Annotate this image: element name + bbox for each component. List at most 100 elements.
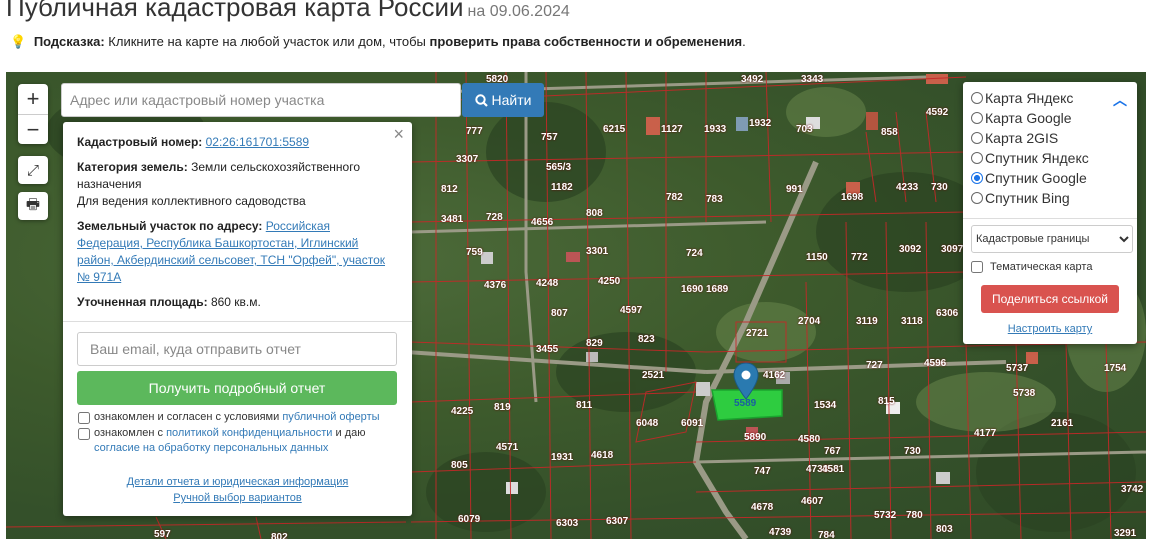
privacy-checkbox[interactable] <box>78 428 90 440</box>
plot-number-label: 4581 <box>822 464 845 475</box>
zoom-in-button[interactable]: + <box>18 84 48 114</box>
cadastral-number-row: Кадастровый номер: 02:26:161701:5589 <box>77 134 398 151</box>
layer-option-label: Спутник Bing <box>985 190 1070 206</box>
plot-number-label: 6048 <box>636 418 659 429</box>
area-value: 860 кв.м. <box>210 295 261 309</box>
plot-number-label: 6306 <box>936 308 959 319</box>
plot-number-label: 2521 <box>642 370 665 381</box>
page-title-text: Публичная кадастровая карта России <box>6 0 464 22</box>
privacy-policy-link[interactable]: политикой конфиденциальности <box>166 427 332 439</box>
privacy-consent-checkbox[interactable]: ознакомлен с политикой конфиденциальност… <box>77 426 398 456</box>
area-row: Уточненная площадь: 860 кв.м. <box>77 294 398 311</box>
share-link-button[interactable]: Поделиться ссылкой <box>981 285 1119 313</box>
plot-number-label: 815 <box>878 396 895 407</box>
print-button[interactable]: 🖶 <box>18 192 48 220</box>
land-category-row: Категория земель: Земли сельскохозяйстве… <box>77 159 398 210</box>
plot-number-label: 1932 <box>749 118 772 129</box>
plot-number-label: 4225 <box>451 406 474 417</box>
offer-consent-checkbox[interactable]: ознакомлен и согласен с условиями публич… <box>77 410 398 425</box>
plot-number-label: 730 <box>904 446 921 457</box>
divider <box>63 321 412 322</box>
plot-number-label: 6079 <box>458 514 481 525</box>
get-report-button[interactable]: Получить подробный отчет <box>77 371 397 405</box>
plot-number-label: 819 <box>494 402 511 413</box>
email-field[interactable] <box>77 332 397 366</box>
radio-icon[interactable] <box>971 192 983 204</box>
plot-number-label: 805 <box>451 460 468 471</box>
plot-number-label: 4607 <box>801 496 824 507</box>
popup-footer-links: Детали отчета и юридическая информация Р… <box>77 474 398 506</box>
plot-number-label: 703 <box>796 124 813 135</box>
layer-option-label: Карта Яндекс <box>985 90 1074 106</box>
search-button[interactable]: Найти <box>462 83 544 117</box>
configure-map-link[interactable]: Настроить карту <box>971 323 1129 335</box>
plot-number-label: 1127 <box>661 124 683 135</box>
offer-checkbox[interactable] <box>78 412 90 424</box>
plot-number-label: 4580 <box>798 434 821 445</box>
zoom-out-button[interactable]: − <box>18 114 48 144</box>
close-icon[interactable]: × <box>393 125 404 143</box>
plot-number-label: 728 <box>486 212 503 223</box>
fullscreen-button[interactable]: ⤢ <box>18 156 48 184</box>
plot-number-label: 6307 <box>606 516 629 527</box>
boundaries-select[interactable]: Кадастровые границы <box>971 225 1133 253</box>
plot-number-label: 2161 <box>1051 418 1074 429</box>
plot-number-label: 811 <box>576 400 593 411</box>
plot-number-label: 747 <box>754 466 771 477</box>
radio-icon[interactable] <box>971 112 983 124</box>
consent2-mid: и даю <box>335 427 366 439</box>
plot-number-label: 4739 <box>769 527 792 538</box>
layer-option[interactable]: Карта Яндекс <box>971 88 1129 108</box>
layer-option[interactable]: Спутник Яндекс <box>971 148 1129 168</box>
plot-number-label: 4177 <box>974 428 997 439</box>
radio-icon[interactable] <box>971 92 983 104</box>
zoom-control: + − <box>18 84 48 144</box>
plot-number-label: 812 <box>441 184 458 195</box>
plot-number-label: 1534 <box>814 400 837 411</box>
layer-option[interactable]: Карта 2GIS <box>971 128 1129 148</box>
plot-number-label: 808 <box>586 208 603 219</box>
layer-option[interactable]: Спутник Bing <box>971 188 1129 208</box>
report-details-link[interactable]: Детали отчета и юридическая информация <box>127 476 349 488</box>
plot-number-label: 6091 <box>681 418 704 429</box>
personal-data-consent-link[interactable]: согласие на обработку персональных данны… <box>94 442 328 454</box>
cadastral-label: Кадастровый номер: <box>77 135 203 149</box>
layer-option[interactable]: Спутник Google <box>971 168 1129 188</box>
consent2-text: ознакомлен с <box>94 427 164 439</box>
manual-selection-link[interactable]: Ручной выбор вариантов <box>173 492 301 504</box>
cadastral-map[interactable]: 5820 3492 3343 777 757 6215 1127 1933 1932 703 858… <box>6 72 1146 539</box>
plot-number-label: 1754 <box>1104 363 1127 374</box>
plot-number-label: 4597 <box>620 305 643 316</box>
category-label: Категория земель: <box>77 160 188 174</box>
plot-number-label: 4618 <box>591 450 614 461</box>
plot-info-popup: × Кадастровый номер: 02:26:161701:5589 К… <box>63 122 412 516</box>
plot-number-label: 4571 <box>496 442 519 453</box>
radio-icon[interactable] <box>971 152 983 164</box>
public-offer-link[interactable]: публичной оферты <box>282 411 379 423</box>
page-title: Публичная кадастровая карта России на 09.… <box>6 0 570 23</box>
layer-option-label: Спутник Google <box>985 170 1087 186</box>
chevron-up-icon[interactable]: ︿ <box>1113 90 1127 110</box>
hint-bar: 💡 Подсказка: Кликните на карте на любой … <box>10 34 746 50</box>
divider <box>963 218 1137 219</box>
cadastral-number-link[interactable]: 02:26:161701:5589 <box>206 135 309 149</box>
plot-number-label: 3097 <box>941 244 964 255</box>
plot-number-label: 3307 <box>456 154 479 165</box>
plot-number-label: 3291 <box>1114 528 1137 539</box>
plot-number-label: 783 <box>706 194 723 205</box>
printer-icon: 🖶 <box>25 195 41 213</box>
plot-number-label: 823 <box>638 334 655 345</box>
plot-number-label: 858 <box>881 127 898 138</box>
plot-number-label: 2721 <box>746 328 769 339</box>
search-input[interactable] <box>61 83 461 117</box>
plot-number-label: 3092 <box>899 244 922 255</box>
radio-icon[interactable] <box>971 172 983 184</box>
radio-icon[interactable] <box>971 132 983 144</box>
thematic-map-toggle[interactable]: Тематическая карта <box>971 261 1129 273</box>
thematic-checkbox[interactable] <box>971 261 983 273</box>
plot-number-label: 803 <box>936 524 953 535</box>
plot-number-label: 4678 <box>751 502 774 513</box>
layer-option[interactable]: Карта Google <box>971 108 1129 128</box>
location-pin-icon[interactable] <box>733 362 759 400</box>
hint-label: Подсказка: <box>33 34 105 49</box>
